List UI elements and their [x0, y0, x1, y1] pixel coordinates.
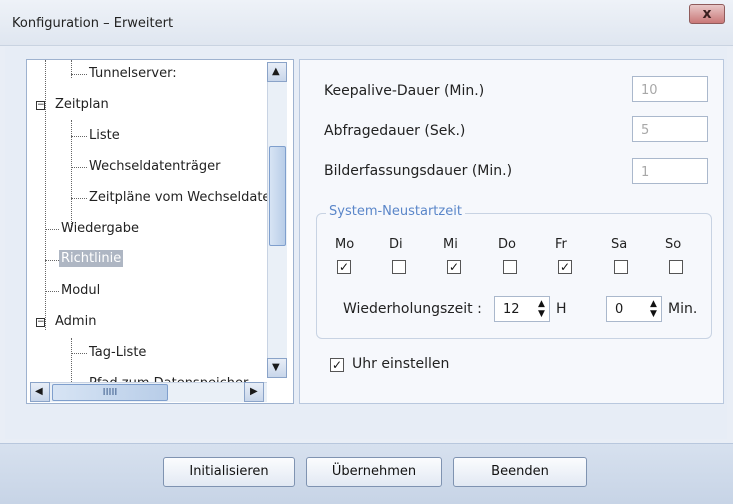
day-label-fr: Fr [555, 237, 567, 252]
hours-unit: H [556, 301, 567, 317]
keepalive-field[interactable]: 10 [632, 76, 708, 102]
tree-item-richtlinie[interactable]: Richtlinie [59, 250, 124, 267]
day-label-so: So [665, 237, 682, 252]
tree-item-label: Zeitplan [55, 97, 109, 112]
tree-item-liste[interactable]: Liste [89, 128, 120, 143]
arrow-right-icon: ▶ [250, 386, 258, 397]
keepalive-label: Keepalive-Dauer (Min.) [324, 83, 485, 99]
day-label-do: Do [498, 237, 516, 252]
tree-item-zeitplan[interactable]: Zeitplan [55, 97, 109, 112]
checkbox-mi[interactable]: ✓ [447, 260, 461, 274]
day-label-mo: Mo [335, 237, 355, 252]
title-bar: Konfiguration – Erweitert x [0, 0, 733, 46]
expander-minus-icon[interactable]: − [36, 101, 45, 110]
clock-label: Uhr einstellen [352, 356, 450, 372]
checkbox-di[interactable] [392, 260, 406, 274]
tree-vertical-scrollbar[interactable]: ▲ ▼ [267, 62, 287, 378]
tree-item-label: Modul [61, 283, 101, 298]
tree-item-label: Admin [55, 314, 97, 329]
initialize-button[interactable]: Initialisieren [163, 457, 295, 487]
grip-icon: IIIII [102, 387, 118, 398]
day-label-mi: Mi [443, 237, 458, 252]
window-title: Konfiguration – Erweitert [12, 16, 174, 31]
tree-item-wiedergabe[interactable]: Wiedergabe [61, 221, 139, 236]
capture-field[interactable]: 1 [632, 158, 708, 184]
tree-item-label: Wiedergabe [61, 221, 140, 236]
arrow-left-icon: ◀ [35, 386, 43, 397]
close-button[interactable]: x [689, 4, 725, 24]
tree-item-wechseldatentraeger[interactable]: Wechseldatenträger [89, 159, 220, 174]
tree-item-label: Zeitpläne vom Wechseldate [89, 190, 271, 205]
capture-label: Bilderfassungsdauer (Min.) [324, 163, 513, 179]
repeat-label: Wiederholungszeit : [343, 301, 482, 317]
query-label: Abfragedauer (Sek.) [324, 123, 466, 139]
tree-item-label: Tunnelserver: [89, 66, 177, 81]
tree-item-label: Liste [89, 128, 120, 143]
tree-item-label: Wechseldatenträger [89, 159, 221, 174]
day-label-di: Di [389, 237, 403, 252]
hours-stepper[interactable]: 12 ▲▼ [494, 296, 550, 322]
spin-arrows-icon[interactable]: ▲▼ [538, 299, 546, 319]
tree-item-label: Richtlinie [59, 250, 124, 267]
arrow-up-icon: ▲ [272, 66, 280, 77]
tree-item-zeitplaene-wechseldatentraeger[interactable]: Zeitpläne vom Wechseldate [89, 190, 270, 205]
hours-value: 12 [503, 302, 520, 317]
tree-item-label: Tag-Liste [89, 345, 147, 360]
checkmark-icon: ✓ [559, 260, 571, 274]
clock-checkbox[interactable]: ✓ [330, 358, 344, 372]
tree-item-modul[interactable]: Modul [61, 283, 100, 298]
minutes-value: 0 [615, 302, 624, 317]
checkmark-icon: ✓ [331, 358, 343, 372]
spin-arrows-icon[interactable]: ▲▼ [650, 299, 658, 319]
scroll-left-button[interactable]: ◀ [30, 382, 50, 402]
checkmark-icon: ✓ [338, 260, 350, 274]
scroll-thumb[interactable] [269, 146, 286, 246]
checkmark-icon: ✓ [448, 260, 460, 274]
tree-item-admin[interactable]: Admin [55, 314, 96, 329]
tree-item-tag-liste[interactable]: Tag-Liste [89, 345, 146, 360]
scroll-up-button[interactable]: ▲ [267, 62, 287, 82]
close-dialog-button[interactable]: Beenden [453, 457, 587, 487]
navigation-tree: Tunnelserver: − Zeitplan Liste Wechselda… [26, 59, 294, 404]
checkbox-do[interactable] [503, 260, 517, 274]
arrow-down-icon: ▼ [272, 362, 280, 373]
tree-item-tunnelserver[interactable]: Tunnelserver: [89, 66, 177, 81]
checkbox-sa[interactable] [614, 260, 628, 274]
checkbox-mo[interactable]: ✓ [337, 260, 351, 274]
tree-horizontal-scrollbar[interactable]: ◀ IIIII ▶ [30, 382, 267, 402]
query-field[interactable]: 5 [632, 116, 708, 142]
expander-minus-icon[interactable]: − [36, 318, 45, 327]
checkbox-fr[interactable]: ✓ [558, 260, 572, 274]
checkbox-so[interactable] [669, 260, 683, 274]
scroll-right-button[interactable]: ▶ [244, 382, 264, 402]
scroll-thumb[interactable]: IIIII [52, 384, 168, 401]
restart-group-title: System-Neustartzeit [326, 204, 465, 219]
minutes-stepper[interactable]: 0 ▲▼ [606, 296, 662, 322]
apply-button[interactable]: Übernehmen [306, 457, 442, 487]
day-label-sa: Sa [611, 237, 628, 252]
scroll-down-button[interactable]: ▼ [267, 358, 287, 378]
minutes-unit: Min. [668, 301, 698, 317]
